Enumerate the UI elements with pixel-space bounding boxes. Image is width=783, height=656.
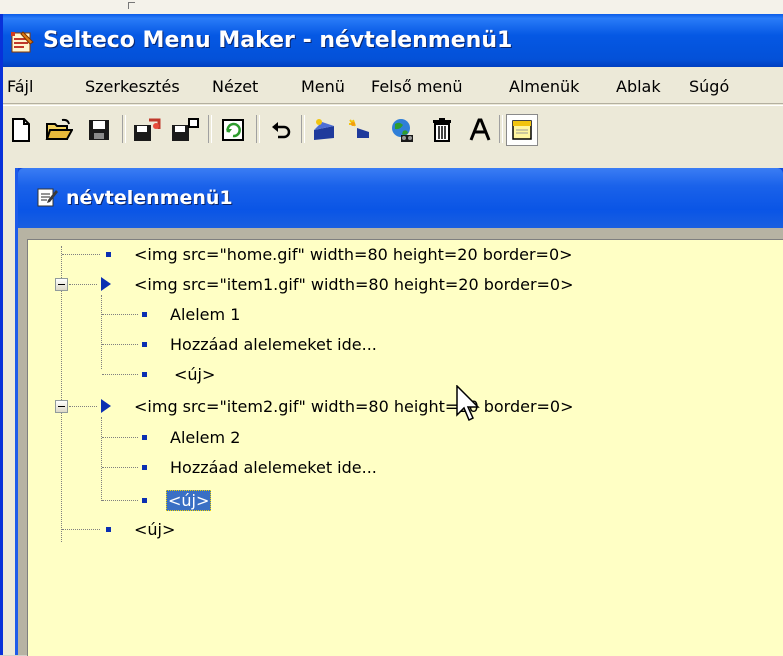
menu-top-menu[interactable]: Felső menü (371, 77, 463, 96)
save-disk-icon[interactable] (83, 114, 115, 146)
tree-line (62, 254, 100, 255)
tree-line (69, 406, 97, 407)
menu-bar: Fájl Szerkesztés Nézet Menü Felső menü A… (3, 69, 783, 104)
collapse-icon[interactable] (55, 400, 68, 413)
menu-menu[interactable]: Menü (301, 77, 345, 96)
window-title: Selteco Menu Maker - névtelenmenü1 (43, 28, 513, 53)
app-window: Selteco Menu Maker - névtelenmenü1 Fájl … (0, 14, 783, 656)
document-title: névtelenmenü1 (66, 187, 233, 209)
toolbar-separator (208, 115, 212, 143)
tree-row[interactable]: <új> (28, 486, 768, 514)
desktop-strip (0, 0, 783, 14)
add-item-icon[interactable] (308, 114, 340, 146)
tree-line (102, 500, 138, 501)
tree-line (102, 344, 138, 345)
menu-file[interactable]: Fájl (7, 77, 33, 96)
toolbar-separator (301, 115, 305, 143)
refresh-icon[interactable] (217, 114, 249, 146)
toolbar (3, 105, 783, 154)
item-bullet-icon (106, 252, 111, 257)
tree-item-label[interactable]: <img src="item1.gif" width=80 height=20 … (132, 274, 576, 295)
tree-row[interactable]: <img src="item1.gif" width=80 height=20 … (28, 270, 768, 298)
tree-line (102, 314, 138, 315)
tree-line (102, 467, 138, 468)
item-bullet-icon (142, 465, 147, 470)
tree-item-label[interactable]: <img src="item2.gif" width=80 height=20 … (132, 396, 576, 417)
document-icon (37, 188, 58, 207)
tree-row[interactable]: Hozzáad alelemeket ide... (28, 330, 768, 358)
tree-row[interactable]: <új> (28, 515, 768, 543)
tree-line (69, 284, 97, 285)
menu-tree[interactable]: <img src="home.gif" width=80 height=20 b… (27, 239, 783, 656)
tree-item-label[interactable]: <új> (132, 519, 177, 540)
add-subitem-icon[interactable] (345, 114, 377, 146)
document-client: <img src="home.gif" width=80 height=20 b… (18, 228, 783, 656)
tree-item-label[interactable]: Hozzáad alelemeket ide... (168, 334, 379, 355)
tree-row[interactable]: <img src="item2.gif" width=80 height=20 … (28, 392, 768, 420)
delete-icon[interactable] (426, 114, 458, 146)
collapse-icon[interactable] (55, 278, 68, 291)
note-icon[interactable] (506, 114, 538, 146)
new-file-icon[interactable] (5, 114, 37, 146)
tree-line (62, 529, 100, 530)
item-bullet-icon (142, 312, 147, 317)
web-icon[interactable] (387, 114, 419, 146)
tree-item-label[interactable]: <img src="home.gif" width=80 height=20 b… (132, 244, 575, 265)
tree-line (102, 437, 138, 438)
item-bullet-icon (106, 527, 111, 532)
menu-edit[interactable]: Szerkesztés (85, 77, 180, 96)
document-title-bar[interactable]: névtelenmenü1 (18, 168, 783, 228)
tree-item-label[interactable]: Hozzáad alelemeket ide... (168, 457, 379, 478)
tree-row[interactable]: Alelem 1 (28, 300, 768, 328)
item-bullet-icon (142, 498, 147, 503)
item-bullet-icon (142, 342, 147, 347)
menu-submenus[interactable]: Almenük (509, 77, 579, 96)
app-icon (11, 31, 34, 53)
submenu-arrow-icon (101, 277, 111, 291)
item-bullet-icon (142, 435, 147, 440)
export-icon[interactable] (131, 114, 163, 146)
menu-help[interactable]: Súgó (689, 77, 729, 96)
tree-row[interactable]: <új> (28, 360, 768, 388)
tree-line (102, 374, 138, 375)
document-window: névtelenmenü1 <img src="home.gif" width=… (15, 168, 783, 656)
tree-item-label[interactable]: <új> (172, 364, 217, 385)
title-bar[interactable]: Selteco Menu Maker - névtelenmenü1 (3, 14, 783, 67)
font-icon[interactable] (464, 114, 496, 146)
tree-row[interactable]: <img src="home.gif" width=80 height=20 b… (28, 240, 768, 268)
mouse-cursor-icon (456, 385, 480, 422)
tree-item-label[interactable]: Alelem 1 (168, 304, 242, 325)
tree-item-label-selected[interactable]: <új> (166, 490, 212, 511)
tree-item-label[interactable]: Alelem 2 (168, 427, 242, 448)
tree-row[interactable]: Hozzáad alelemeket ide... (28, 453, 768, 481)
submenu-arrow-icon (101, 399, 111, 413)
menu-window[interactable]: Ablak (616, 77, 661, 96)
undo-icon[interactable] (265, 114, 297, 146)
desktop-mark (128, 2, 135, 9)
toolbar-separator (122, 115, 126, 143)
tree-row[interactable]: Alelem 2 (28, 423, 768, 451)
item-bullet-icon (142, 372, 147, 377)
menu-view[interactable]: Nézet (212, 77, 258, 96)
open-folder-icon[interactable] (43, 114, 75, 146)
toolbar-separator (499, 115, 503, 143)
publish-icon[interactable] (169, 114, 201, 146)
toolbar-separator (256, 115, 260, 143)
